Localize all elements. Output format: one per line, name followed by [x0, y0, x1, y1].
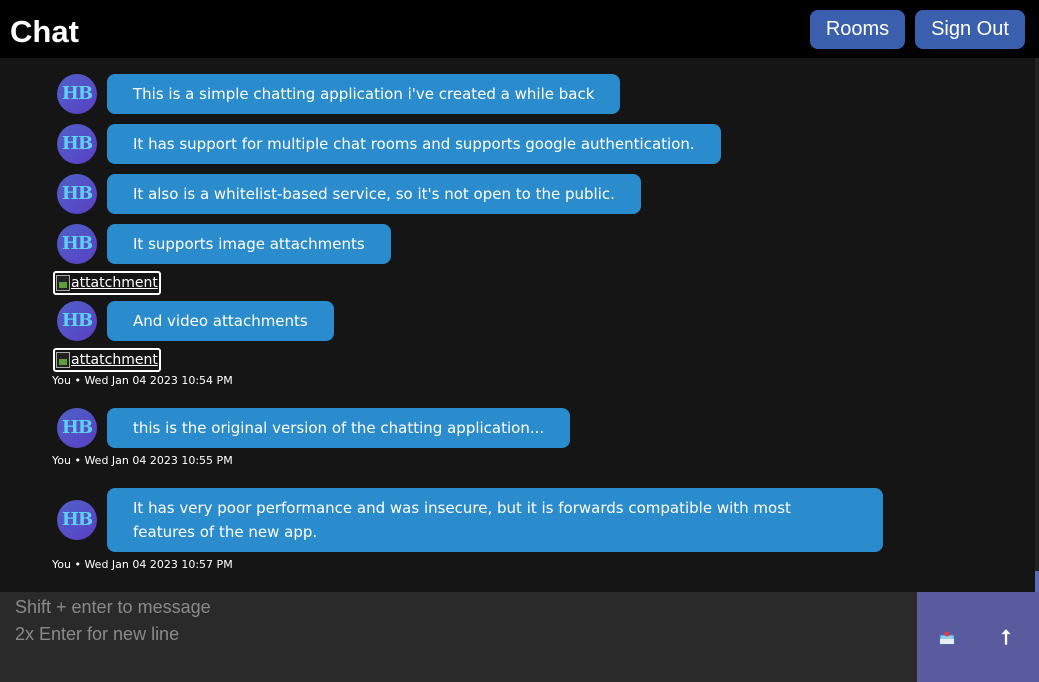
message-bubble: It has support for multiple chat rooms a…: [107, 124, 721, 164]
message-bubble: It supports image attachments: [107, 224, 391, 264]
avatar: HB: [57, 224, 97, 264]
message-meta: You • Wed Jan 04 2023 10:55 PM: [52, 454, 233, 467]
message-bubble: This is a simple chatting application i'…: [107, 74, 621, 114]
attachment-box-icon: [939, 631, 955, 645]
composer: [0, 592, 917, 682]
scrollbar-track[interactable]: [1035, 58, 1039, 592]
sign-out-button[interactable]: Sign Out: [915, 10, 1025, 49]
video-attachment[interactable]: attatchment: [53, 348, 161, 372]
avatar-initials: HB: [61, 183, 93, 204]
message-meta: You • Wed Jan 04 2023 10:54 PM: [52, 374, 233, 387]
message-meta: You • Wed Jan 04 2023 10:57 PM: [52, 558, 233, 571]
attach-button[interactable]: [932, 622, 962, 652]
avatar: HB: [57, 74, 97, 114]
avatar: HB: [57, 301, 97, 341]
scrollbar-thumb[interactable]: [1035, 571, 1039, 592]
avatar: HB: [57, 408, 97, 448]
send-button[interactable]: ⭡: [991, 622, 1021, 652]
avatar: HB: [57, 500, 97, 540]
message-bubble: It also is a whitelist-based service, so…: [107, 174, 641, 214]
message-bubble: And video attachments: [107, 301, 334, 341]
avatar-initials: HB: [61, 509, 93, 530]
message-bubble: It has very poor performance and was ins…: [107, 488, 883, 552]
composer-actions: ⭡: [917, 592, 1039, 682]
top-bar: Chat Rooms Sign Out: [0, 0, 1039, 58]
page-title: Chat: [10, 14, 79, 49]
image-attachment[interactable]: attatchment: [53, 271, 161, 295]
avatar-initials: HB: [61, 133, 93, 154]
attachment-alt-text: attatchment: [71, 352, 158, 368]
avatar-initials: HB: [61, 417, 93, 438]
broken-image-icon: [56, 352, 70, 368]
message-input[interactable]: [0, 592, 917, 682]
avatar-initials: HB: [61, 233, 93, 254]
message-list[interactable]: HB This is a simple chatting application…: [0, 58, 1035, 592]
avatar: HB: [57, 124, 97, 164]
attachment-alt-text: attatchment: [71, 275, 158, 291]
message-bubble: this is the original version of the chat…: [107, 408, 571, 448]
avatar-initials: HB: [61, 310, 93, 331]
avatar-initials: HB: [61, 83, 93, 104]
rooms-button[interactable]: Rooms: [810, 10, 905, 49]
arrow-up-icon: ⭡: [1001, 625, 1011, 649]
avatar: HB: [57, 174, 97, 214]
broken-image-icon: [56, 275, 70, 291]
